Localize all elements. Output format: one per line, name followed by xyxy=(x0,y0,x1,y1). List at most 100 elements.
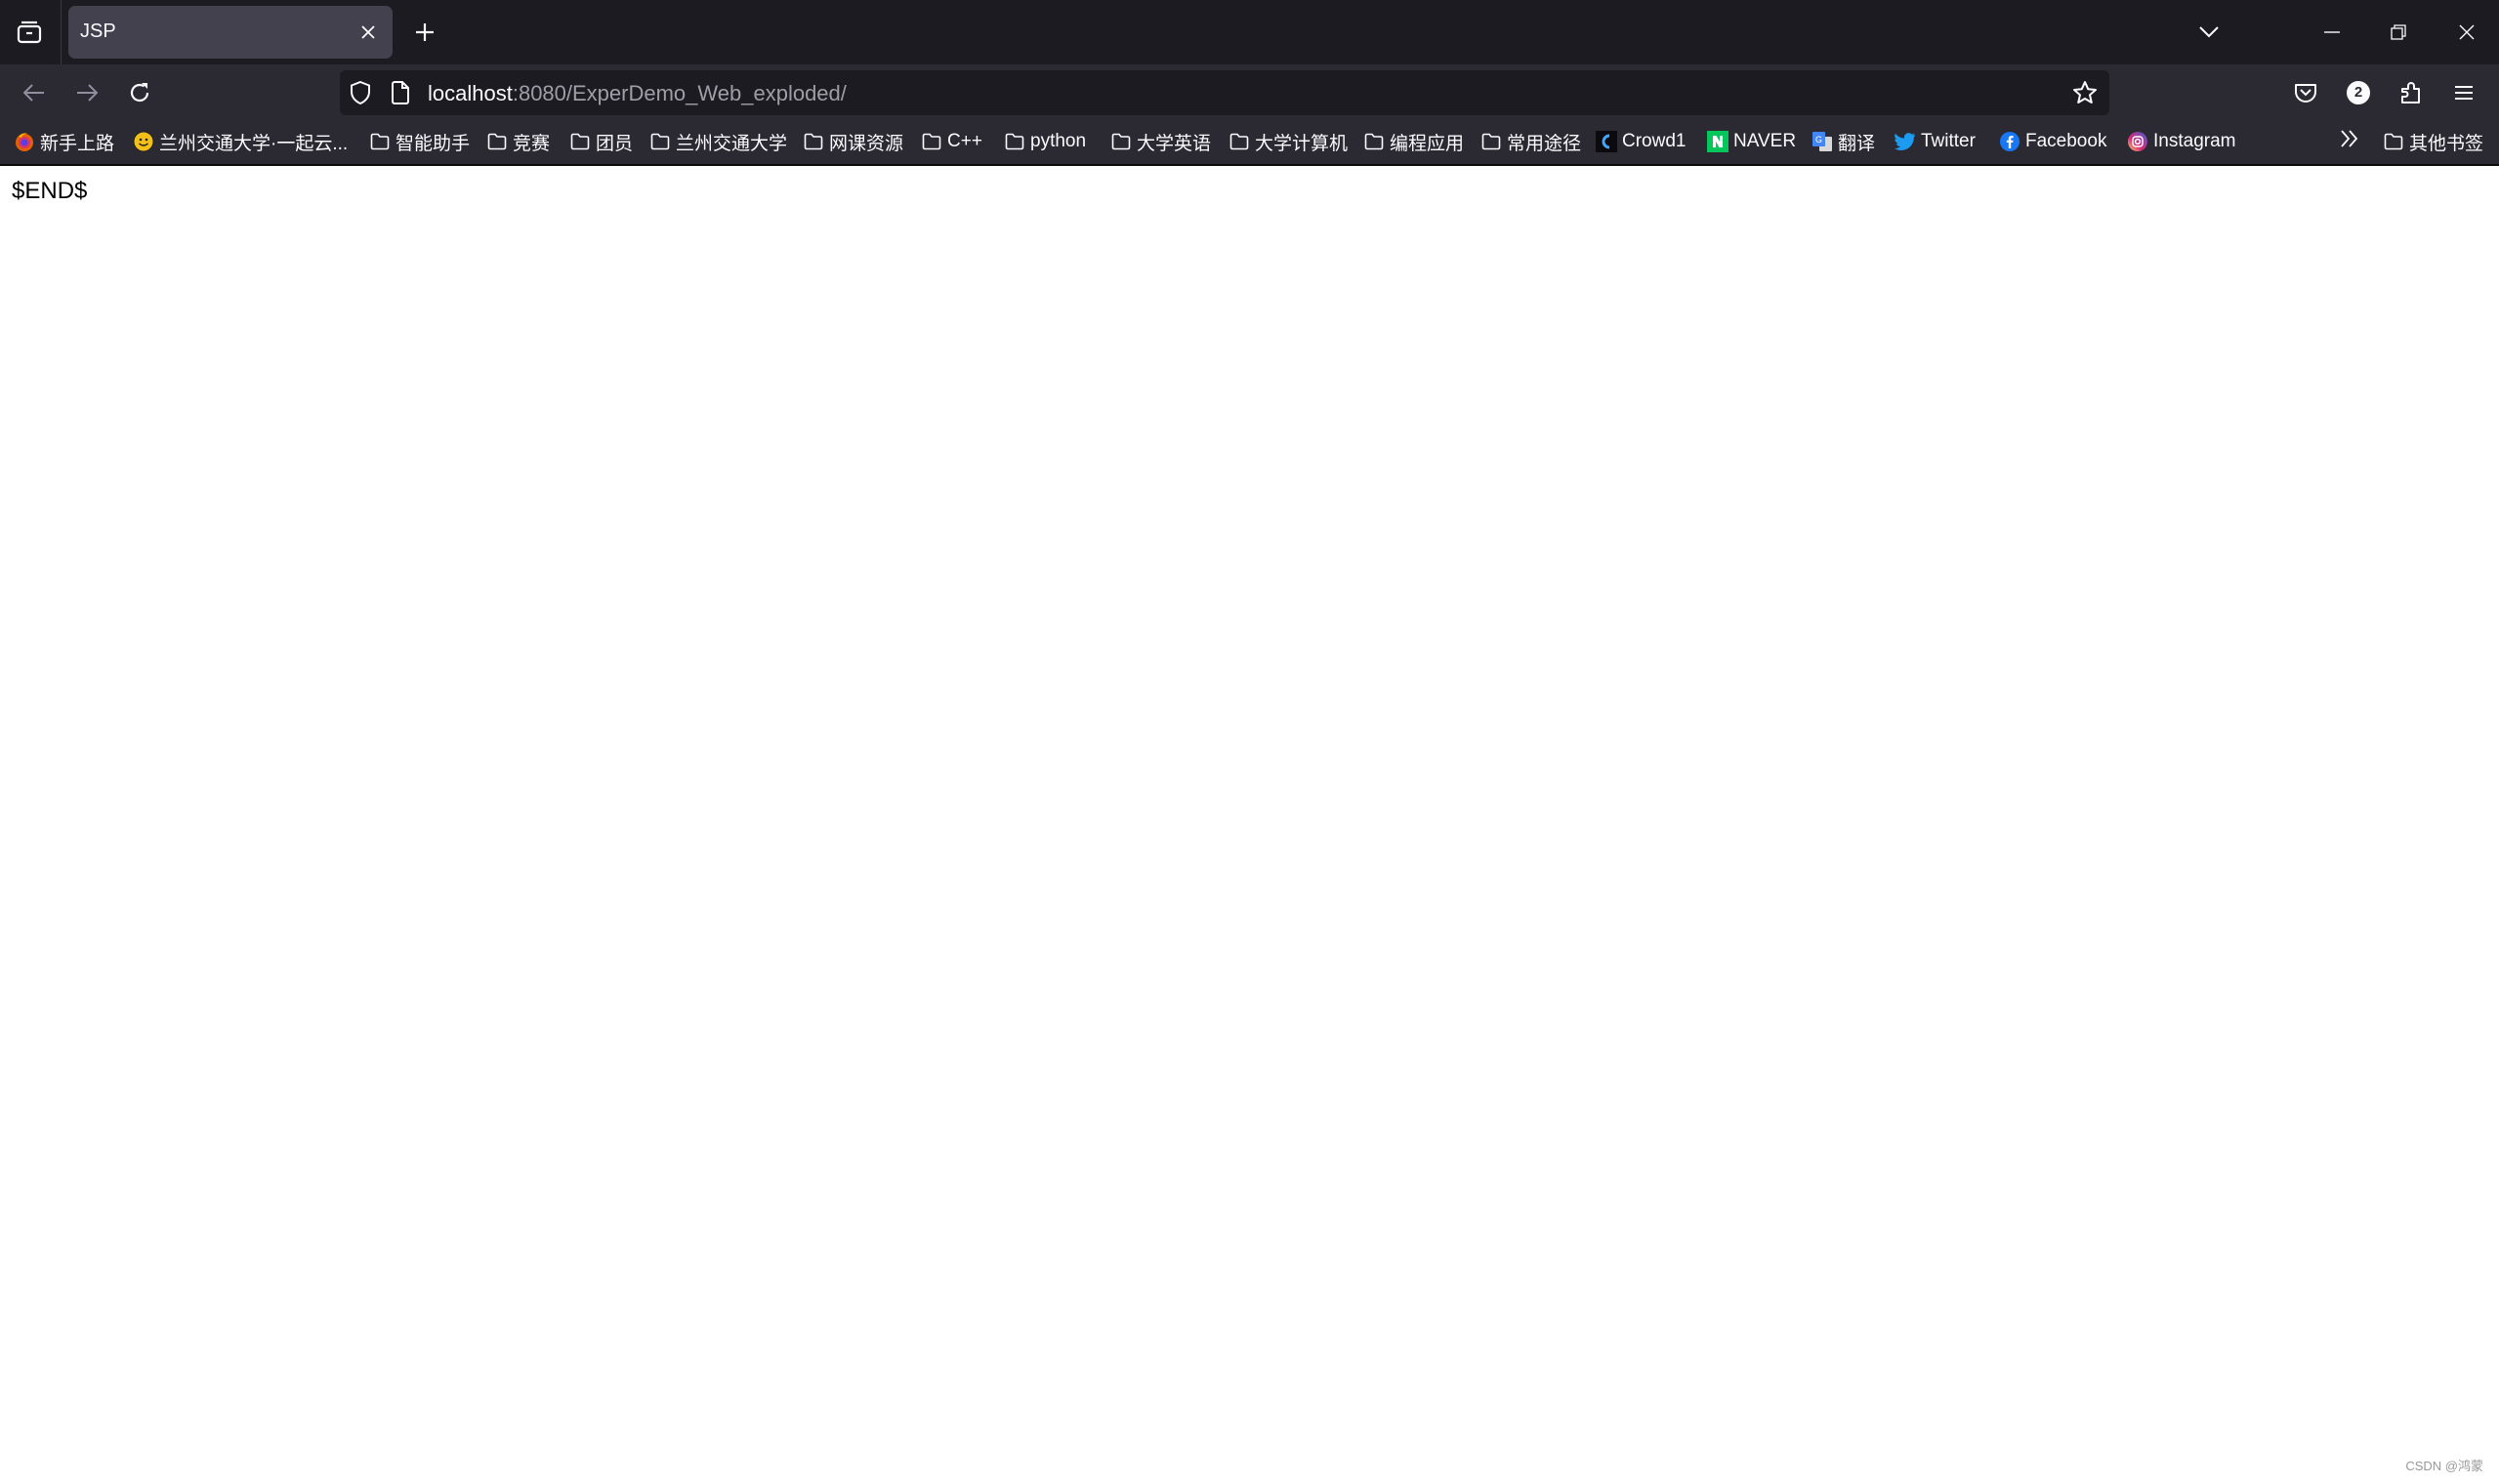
translate-icon: G xyxy=(1812,131,1833,152)
naver-icon xyxy=(1707,131,1728,152)
bookmark-label: 翻译 xyxy=(1838,133,1876,154)
bookmark-item[interactable]: Instagram xyxy=(2127,129,2235,154)
forward-button[interactable] xyxy=(68,74,105,111)
smiley-icon xyxy=(133,131,154,152)
account-button[interactable]: 2 xyxy=(2340,74,2377,111)
url-host: localhost xyxy=(428,81,513,105)
close-window-button[interactable] xyxy=(2447,16,2486,49)
url-text[interactable]: localhost:8080/ExperDemo_Web_exploded/ xyxy=(428,81,847,106)
folder-icon xyxy=(1480,131,1502,152)
restore-icon xyxy=(2391,24,2406,40)
bookmark-label: C++ xyxy=(947,131,982,151)
bookmark-label: 网课资源 xyxy=(829,133,904,154)
bookmark-label: Facebook xyxy=(2025,131,2107,151)
bookmark-item[interactable]: 兰州交通大学·一起云... xyxy=(133,129,348,154)
bookmark-item[interactable]: Facebook xyxy=(1999,129,2106,154)
folder-icon xyxy=(803,131,824,152)
svg-text:G: G xyxy=(1815,135,1822,144)
page-icon xyxy=(392,81,409,104)
watermark: CSDN @鸿蒙 xyxy=(2405,1459,2483,1473)
tab-separator xyxy=(61,0,62,64)
bookmark-label: 其他书签 xyxy=(2409,133,2484,154)
folder-icon xyxy=(369,131,391,152)
bookmark-label: 新手上路 xyxy=(40,133,115,154)
minimize-icon xyxy=(2324,31,2340,33)
arrow-right-icon xyxy=(77,84,98,102)
firefox-view-icon xyxy=(17,21,42,44)
bookmarks-overflow-button[interactable] xyxy=(2340,129,2359,154)
other-bookmarks-folder[interactable]: 其他书签 xyxy=(2383,129,2483,154)
bookmark-item[interactable]: 编程应用 xyxy=(1363,129,1464,154)
instagram-icon xyxy=(2127,131,2148,152)
firefox-view-button[interactable] xyxy=(12,17,47,48)
tab-close-button[interactable] xyxy=(355,20,381,45)
pocket-button[interactable] xyxy=(2287,74,2324,111)
bookmark-item[interactable]: C++ xyxy=(921,129,982,154)
twitter-icon xyxy=(1895,131,1916,152)
facebook-icon xyxy=(1999,131,2020,152)
tab-jsp[interactable]: JSP xyxy=(68,6,393,59)
bookmark-item[interactable]: 大学计算机 xyxy=(1229,129,1348,154)
folder-icon xyxy=(649,131,671,152)
bookmark-item[interactable]: 常用途径 xyxy=(1480,129,1581,154)
folder-icon xyxy=(1110,131,1132,152)
reload-icon xyxy=(130,83,149,103)
tracking-protection-button[interactable] xyxy=(350,80,371,109)
site-info-button[interactable] xyxy=(391,81,410,109)
folder-icon xyxy=(486,131,508,152)
bookmark-item[interactable]: 大学英语 xyxy=(1110,129,1211,154)
extensions-button[interactable] xyxy=(2393,74,2430,111)
new-tab-button[interactable] xyxy=(408,16,441,49)
bookmark-label: 兰州交通大学·一起云... xyxy=(159,133,349,154)
crowd1-icon xyxy=(1596,131,1617,152)
plus-icon xyxy=(416,23,434,41)
arrow-left-icon xyxy=(23,84,44,102)
hamburger-menu-icon xyxy=(2455,86,2473,100)
restore-button[interactable] xyxy=(2379,16,2418,49)
reload-button[interactable] xyxy=(121,74,158,111)
bookmarks-toolbar: 新手上路 兰州交通大学·一起云... 智能助手 竞赛 团员 兰州交通大学 网课资源 C++ py… xyxy=(0,119,2499,166)
star-icon xyxy=(2073,81,2097,103)
bookmark-label: 常用途径 xyxy=(1507,133,1582,154)
app-menu-button[interactable] xyxy=(2445,74,2482,111)
page-body-text: $END$ xyxy=(12,178,88,204)
bookmark-item[interactable]: 网课资源 xyxy=(803,129,903,154)
bookmark-label: 竞赛 xyxy=(513,133,551,154)
bookmark-item[interactable]: NAVER xyxy=(1707,129,1796,154)
navigation-toolbar: localhost:8080/ExperDemo_Web_exploded/ 2 xyxy=(0,64,2499,119)
bookmark-label: 大学计算机 xyxy=(1255,133,1349,154)
list-all-tabs-button[interactable] xyxy=(2189,16,2228,49)
bookmark-label: Twitter xyxy=(1921,131,1976,151)
bookmark-label: NAVER xyxy=(1733,131,1797,151)
folder-icon xyxy=(1229,131,1250,152)
bookmark-item[interactable]: 智能助手 xyxy=(369,129,470,154)
folder-icon xyxy=(921,131,942,152)
firefox-icon xyxy=(14,131,35,152)
address-bar[interactable]: localhost:8080/ExperDemo_Web_exploded/ xyxy=(340,70,2109,115)
folder-icon xyxy=(1004,131,1025,152)
bookmark-label: 团员 xyxy=(596,133,634,154)
bookmark-item[interactable]: 竞赛 xyxy=(486,129,550,154)
back-button[interactable] xyxy=(16,74,53,111)
double-chevron-right-icon xyxy=(2340,130,2359,153)
bookmark-item[interactable]: G 翻译 xyxy=(1812,129,1875,154)
bookmark-star-button[interactable] xyxy=(2072,80,2098,110)
url-path: :8080/ExperDemo_Web_exploded/ xyxy=(512,81,847,105)
folder-icon xyxy=(2383,131,2404,152)
bookmark-label: Crowd1 xyxy=(1622,131,1687,151)
puzzle-icon xyxy=(2401,82,2420,103)
bookmark-label: 智能助手 xyxy=(396,133,471,154)
folder-icon xyxy=(1363,131,1385,152)
bookmark-item[interactable]: Twitter xyxy=(1895,129,1976,154)
close-icon xyxy=(361,25,375,39)
bookmark-label: 兰州交通大学 xyxy=(676,133,788,154)
bookmark-item[interactable]: 兰州交通大学 xyxy=(649,129,787,154)
bookmark-item[interactable]: 新手上路 xyxy=(14,129,114,154)
bookmark-item[interactable]: python xyxy=(1004,129,1086,154)
bookmark-label: Instagram xyxy=(2153,131,2236,151)
bookmark-item[interactable]: Crowd1 xyxy=(1596,129,1686,154)
chevron-down-icon xyxy=(2199,26,2219,38)
tab-bar: JSP xyxy=(0,0,2499,64)
bookmark-item[interactable]: 团员 xyxy=(569,129,633,154)
minimize-button[interactable] xyxy=(2312,16,2352,49)
